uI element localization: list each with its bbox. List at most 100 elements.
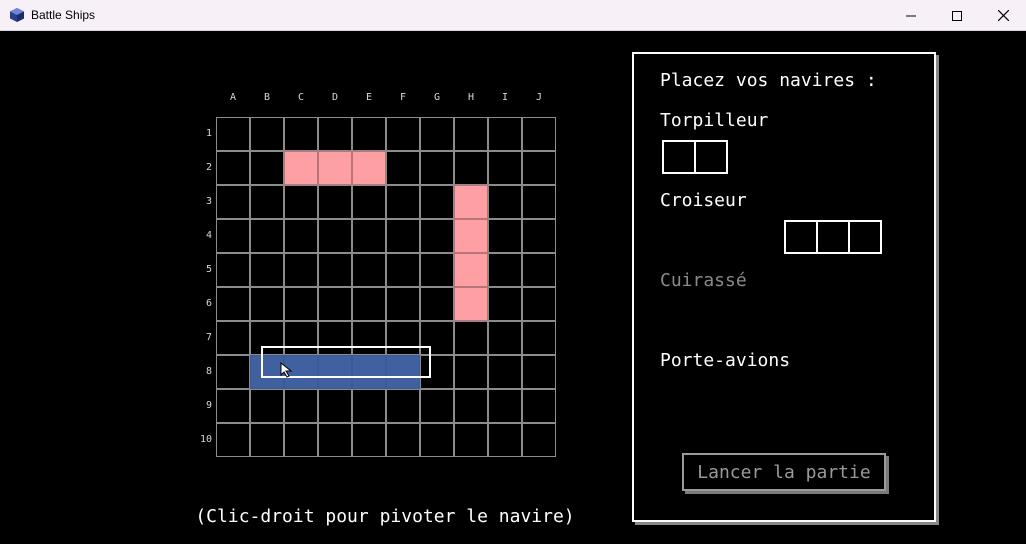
board-cell-a1[interactable] bbox=[216, 117, 250, 151]
board-cell-b6[interactable] bbox=[250, 287, 284, 321]
board-cell-h1[interactable] bbox=[454, 117, 488, 151]
board-cell-i1[interactable] bbox=[488, 117, 522, 151]
board-cell-j10[interactable] bbox=[522, 423, 556, 457]
launch-game-button[interactable]: Lancer la partie bbox=[682, 453, 886, 491]
minimize-button[interactable] bbox=[888, 0, 934, 31]
board-cell-c9[interactable] bbox=[284, 389, 318, 423]
board-cell-d4[interactable] bbox=[318, 219, 352, 253]
board-cell-i6[interactable] bbox=[488, 287, 522, 321]
board-cell-e3[interactable] bbox=[352, 185, 386, 219]
board-cell-b5[interactable] bbox=[250, 253, 284, 287]
board-cell-i2[interactable] bbox=[488, 151, 522, 185]
board-cell-j8[interactable] bbox=[522, 355, 556, 389]
board-cell-a7[interactable] bbox=[216, 321, 250, 355]
board-cell-f4[interactable] bbox=[386, 219, 420, 253]
board-cell-a9[interactable] bbox=[216, 389, 250, 423]
board-cell-b4[interactable] bbox=[250, 219, 284, 253]
board-cell-f1[interactable] bbox=[386, 117, 420, 151]
board-cell-a10[interactable] bbox=[216, 423, 250, 457]
board-cell-e2[interactable] bbox=[352, 151, 386, 185]
board-cell-f5[interactable] bbox=[386, 253, 420, 287]
board-cell-b1[interactable] bbox=[250, 117, 284, 151]
board-cell-b9[interactable] bbox=[250, 389, 284, 423]
board-cell-e10[interactable] bbox=[352, 423, 386, 457]
close-button[interactable] bbox=[980, 0, 1026, 31]
board-cell-g2[interactable] bbox=[420, 151, 454, 185]
board-cell-j5[interactable] bbox=[522, 253, 556, 287]
board-cell-i5[interactable] bbox=[488, 253, 522, 287]
board-cell-a2[interactable] bbox=[216, 151, 250, 185]
board-cell-f10[interactable] bbox=[386, 423, 420, 457]
board-cell-j9[interactable] bbox=[522, 389, 556, 423]
board-cell-j7[interactable] bbox=[522, 321, 556, 355]
row-label-5: 5 bbox=[205, 264, 212, 275]
board-cell-f9[interactable] bbox=[386, 389, 420, 423]
board-cell-h2[interactable] bbox=[454, 151, 488, 185]
board-cell-e1[interactable] bbox=[352, 117, 386, 151]
board-cell-d2[interactable] bbox=[318, 151, 352, 185]
board-cell-h9[interactable] bbox=[454, 389, 488, 423]
board-cell-a8[interactable] bbox=[216, 355, 250, 389]
board-cell-i7[interactable] bbox=[488, 321, 522, 355]
board-cell-g6[interactable] bbox=[420, 287, 454, 321]
board-cell-i8[interactable] bbox=[488, 355, 522, 389]
board-cell-i9[interactable] bbox=[488, 389, 522, 423]
board-cell-a6[interactable] bbox=[216, 287, 250, 321]
ship-name-torpilleur[interactable]: Torpilleur bbox=[660, 110, 768, 131]
board-cell-e5[interactable] bbox=[352, 253, 386, 287]
board-cell-g3[interactable] bbox=[420, 185, 454, 219]
board-cell-j4[interactable] bbox=[522, 219, 556, 253]
ship-name-porte-avions[interactable]: Porte-avions bbox=[660, 350, 790, 371]
row-label-6: 6 bbox=[205, 298, 212, 309]
board-cell-c10[interactable] bbox=[284, 423, 318, 457]
board-cell-j3[interactable] bbox=[522, 185, 556, 219]
board-cell-c6[interactable] bbox=[284, 287, 318, 321]
board-cell-b3[interactable] bbox=[250, 185, 284, 219]
board-cell-g9[interactable] bbox=[420, 389, 454, 423]
board-cell-c4[interactable] bbox=[284, 219, 318, 253]
ship-name-croiseur[interactable]: Croiseur bbox=[660, 190, 747, 211]
board-cell-b2[interactable] bbox=[250, 151, 284, 185]
board-cell-f2[interactable] bbox=[386, 151, 420, 185]
board-cell-e6[interactable] bbox=[352, 287, 386, 321]
board-cell-g4[interactable] bbox=[420, 219, 454, 253]
board-cell-f3[interactable] bbox=[386, 185, 420, 219]
board-cell-g1[interactable] bbox=[420, 117, 454, 151]
board-cell-a3[interactable] bbox=[216, 185, 250, 219]
board-cell-d5[interactable] bbox=[318, 253, 352, 287]
board-cell-f6[interactable] bbox=[386, 287, 420, 321]
board-cell-c1[interactable] bbox=[284, 117, 318, 151]
board-cell-j1[interactable] bbox=[522, 117, 556, 151]
board-cell-h6[interactable] bbox=[454, 287, 488, 321]
board-cell-b10[interactable] bbox=[250, 423, 284, 457]
board-cell-h4[interactable] bbox=[454, 219, 488, 253]
board-cell-g10[interactable] bbox=[420, 423, 454, 457]
board-cell-j6[interactable] bbox=[522, 287, 556, 321]
board-cell-j2[interactable] bbox=[522, 151, 556, 185]
board-cell-c5[interactable] bbox=[284, 253, 318, 287]
board-cell-c2[interactable] bbox=[284, 151, 318, 185]
board-cell-h7[interactable] bbox=[454, 321, 488, 355]
rotate-hint: (Clic-droit pour pivoter le navire) bbox=[195, 506, 575, 527]
board-cell-d6[interactable] bbox=[318, 287, 352, 321]
board-cell-e4[interactable] bbox=[352, 219, 386, 253]
board-cell-i4[interactable] bbox=[488, 219, 522, 253]
maximize-button[interactable] bbox=[934, 0, 980, 31]
board-cell-d10[interactable] bbox=[318, 423, 352, 457]
board-cell-d3[interactable] bbox=[318, 185, 352, 219]
board-cell-e9[interactable] bbox=[352, 389, 386, 423]
board-cell-d9[interactable] bbox=[318, 389, 352, 423]
board-cell-h3[interactable] bbox=[454, 185, 488, 219]
board-cell-d1[interactable] bbox=[318, 117, 352, 151]
board-cell-i10[interactable] bbox=[488, 423, 522, 457]
board-cell-i3[interactable] bbox=[488, 185, 522, 219]
board-cell-c3[interactable] bbox=[284, 185, 318, 219]
board-cell-g5[interactable] bbox=[420, 253, 454, 287]
board-cell-h5[interactable] bbox=[454, 253, 488, 287]
board-cell-a5[interactable] bbox=[216, 253, 250, 287]
ship-croiseur-shape[interactable] bbox=[784, 220, 882, 254]
ship-torpilleur-shape[interactable] bbox=[662, 140, 728, 174]
board-cell-h10[interactable] bbox=[454, 423, 488, 457]
board-cell-h8[interactable] bbox=[454, 355, 488, 389]
board-cell-a4[interactable] bbox=[216, 219, 250, 253]
